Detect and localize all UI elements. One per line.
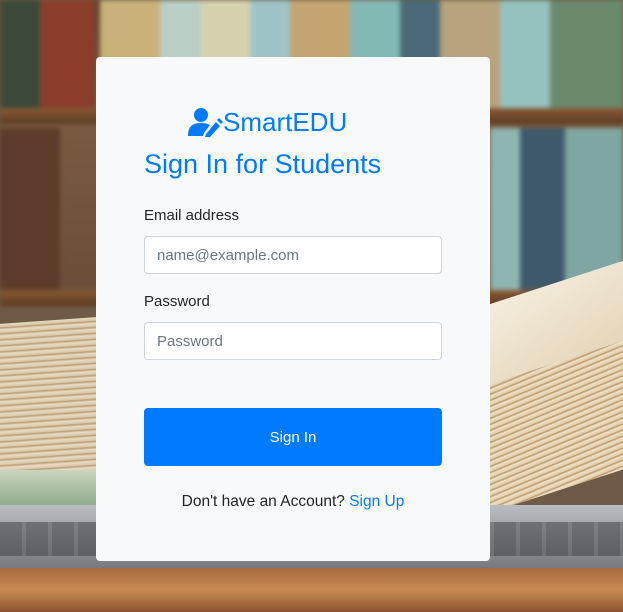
password-label: Password	[144, 293, 210, 310]
signup-prompt-text: Don't have an Account?	[181, 493, 345, 510]
email-field[interactable]	[144, 236, 442, 274]
signup-prompt: Don't have an Account? Sign Up	[96, 493, 490, 511]
sign-in-card: SmartEDU Sign In for Students Email addr…	[96, 57, 490, 561]
password-field[interactable]	[144, 322, 442, 360]
book-spine	[500, 0, 550, 110]
book-cover	[0, 470, 110, 506]
sign-in-button[interactable]: Sign In	[144, 408, 442, 466]
brand-name: SmartEDU	[223, 107, 348, 137]
book-spine	[0, 128, 60, 298]
wooden-table	[0, 568, 623, 612]
book-spine	[550, 0, 623, 110]
sign-up-link[interactable]: Sign Up	[349, 493, 404, 510]
book-spine	[40, 0, 95, 110]
book-spine	[0, 0, 40, 110]
brand-logo[interactable]: SmartEDU	[187, 107, 347, 137]
page-title: Sign In for Students	[144, 149, 382, 179]
book-spine	[520, 128, 565, 298]
user-edit-icon	[187, 107, 223, 137]
book-spine	[490, 128, 520, 298]
email-label: Email address	[144, 207, 240, 224]
